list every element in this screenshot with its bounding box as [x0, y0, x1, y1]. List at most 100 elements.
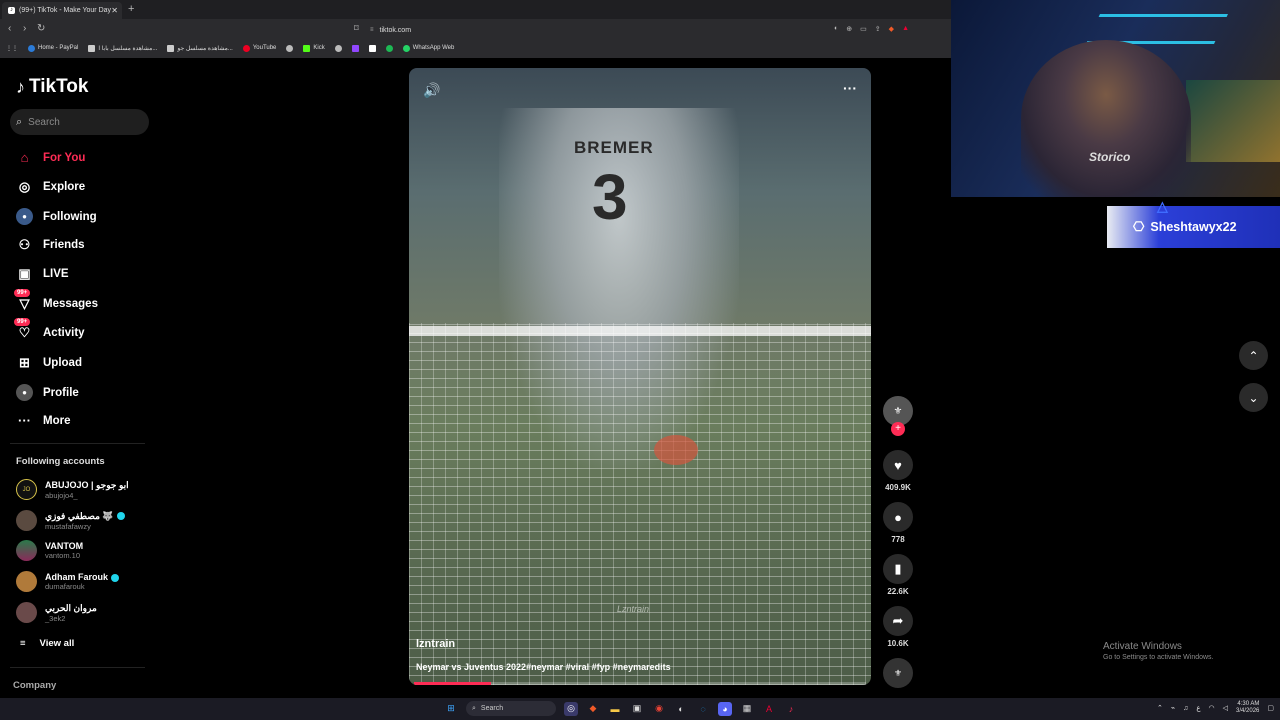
following-account[interactable]: JO ABUJOJO | ابو جوجو abujojo4_ — [16, 479, 129, 500]
nav-friends[interactable]: ⚇ Friends — [16, 237, 85, 253]
bookmark-item[interactable] — [351, 44, 359, 52]
bookmark-icon[interactable]: ⌑ — [354, 23, 359, 34]
nav-activity[interactable]: ♡ 99+ Activity — [14, 318, 85, 341]
extension-icon[interactable]: ▲ — [902, 25, 909, 33]
chrome-icon[interactable]: ◉ — [652, 702, 666, 716]
video-author[interactable]: lzntrain — [416, 638, 455, 650]
nav-profile[interactable]: ● Profile — [16, 384, 79, 401]
globe-icon — [286, 44, 294, 52]
kick-icon — [303, 44, 311, 52]
speaker-icon[interactable]: ◁ — [1223, 704, 1228, 712]
bookmark-item[interactable]: Home - PayPal — [28, 44, 78, 52]
account-name: Adham Farouk — [45, 572, 109, 582]
edge-icon[interactable]: ◌ — [696, 702, 710, 716]
clock[interactable]: 4:30 AM 3/4/2026 — [1236, 701, 1259, 715]
nav-more[interactable]: ··· More — [16, 413, 70, 428]
store-icon[interactable]: ▣ — [630, 702, 644, 716]
address-bar[interactable]: ≡ tiktok.com — [370, 23, 910, 37]
url-text: tiktok.com — [379, 26, 412, 34]
nav-for-you[interactable]: ⌂ For You — [16, 150, 86, 165]
translate-icon[interactable]: ◐ — [834, 25, 838, 33]
steam-icon[interactable]: ◐ — [674, 702, 688, 716]
following-account[interactable]: مصطفي فوزي 🐺 mustafafawzy — [16, 510, 125, 531]
browser-window-chrome: ♪ (99+) TikTok - Make Your Day ✕ + ‹ › ↻… — [0, 0, 951, 58]
share-icon[interactable]: ⇪ — [875, 25, 881, 33]
save-action[interactable]: ▮ 22.6K — [879, 554, 917, 596]
shield-icon[interactable]: ◆ — [889, 25, 894, 33]
nav-messages[interactable]: ▽ 99+ Messages — [14, 289, 98, 312]
app-icon[interactable]: ▦ — [740, 702, 754, 716]
follow-plus-icon[interactable]: + — [891, 422, 905, 436]
site-info-icon[interactable]: ≡ — [370, 27, 374, 33]
mic-icon[interactable]: ♫ — [1183, 705, 1188, 712]
bookmark-item[interactable]: YouTube — [242, 44, 276, 52]
folder-icon[interactable]: ▬ — [608, 702, 622, 716]
share-action[interactable]: ➦ 10.6K — [879, 606, 917, 648]
search-input[interactable]: ⌕ Search — [10, 109, 149, 135]
forward-icon[interactable]: › — [23, 23, 26, 34]
bookmark-item[interactable] — [334, 44, 342, 52]
browser-tab[interactable]: ♪ (99+) TikTok - Make Your Day ✕ — [2, 2, 122, 19]
nav-following[interactable]: ● Following — [16, 208, 97, 225]
close-tab-icon[interactable]: ✕ — [111, 6, 118, 15]
search-icon: ⌕ — [16, 115, 23, 128]
account-handle: _3ek2 — [45, 613, 66, 623]
notification-icon[interactable]: ▢ — [1267, 704, 1274, 712]
jersey-name: BREMER — [574, 138, 654, 157]
zoom-icon[interactable]: ⊕ — [846, 25, 852, 33]
bookmark-item[interactable]: WhatsApp Web — [402, 44, 454, 52]
account-handle: vantom.10 — [45, 551, 81, 560]
more-options-icon[interactable]: ··· — [843, 80, 857, 96]
apps-icon[interactable]: ⋮⋮ — [6, 45, 18, 52]
tray-overflow-icon[interactable]: ⌃ — [1157, 704, 1163, 712]
paypal-icon — [28, 44, 35, 52]
discord-icon[interactable]: ◕ — [718, 701, 732, 716]
psn-name-tag: △ ⎔ Sheshtawyx22 — [1107, 198, 1280, 248]
following-account[interactable]: Adham Farouk dumafarouk — [16, 571, 120, 592]
whatsapp-icon — [402, 44, 410, 52]
view-all-button[interactable]: ≡ View all — [20, 638, 74, 649]
company-link[interactable]: Company — [13, 680, 56, 691]
heart-icon[interactable]: ♥ — [883, 450, 913, 480]
comment-icon[interactable]: ● — [883, 502, 913, 532]
bookmark-item[interactable]: مشاهدة مسلسل جو... — [167, 44, 233, 52]
widgets-icon[interactable]: ◎ — [564, 701, 578, 716]
volume-icon[interactable]: 🔊 — [423, 82, 440, 99]
bookmark-item[interactable] — [286, 44, 294, 52]
nav-explore[interactable]: ◎ Explore — [16, 179, 85, 195]
taskbar-search[interactable]: ⌕ Search — [466, 701, 556, 716]
wifi-icon[interactable]: ◠ — [1209, 704, 1215, 712]
tiktok-logo[interactable]: ♪ TikTok — [16, 76, 88, 98]
nav-live[interactable]: ▣ LIVE — [16, 266, 68, 282]
tiktok-app-icon[interactable]: ♪ — [784, 702, 798, 716]
language-icon[interactable]: ع — [1196, 704, 1200, 712]
network-icon[interactable]: ⌁ — [1171, 704, 1175, 712]
webcam-overlay: Storico — [951, 0, 1280, 197]
share-arrow-icon[interactable]: ➦ — [883, 606, 913, 636]
windows-start-icon[interactable]: ⊞ — [444, 702, 458, 716]
avatar — [16, 571, 37, 592]
cast-icon[interactable]: ▭ — [860, 25, 867, 33]
like-action[interactable]: ♥ 409.9K — [879, 450, 917, 492]
following-account[interactable]: VANTOM vantom.10 — [16, 540, 83, 561]
previous-video-button[interactable]: ⌃ — [1239, 341, 1268, 370]
bookmark-item[interactable] — [385, 44, 393, 52]
video-player[interactable]: BREMER 3 Lzntrain 🔊 ··· lzntrain Neymar … — [409, 68, 871, 685]
following-account[interactable]: مروان الحربي _3ek2 — [16, 602, 97, 623]
video-progress-bar[interactable] — [414, 682, 866, 685]
new-tab-icon[interactable]: + — [128, 3, 134, 15]
page-icon — [88, 44, 96, 52]
bookmark-item[interactable] — [368, 44, 376, 52]
comment-action[interactable]: ● 778 — [879, 502, 917, 544]
more-icon: ··· — [18, 413, 31, 428]
reload-icon[interactable]: ↻ — [37, 23, 45, 34]
bookmark-item[interactable]: مشاهدة مسلسل بابا ا... — [88, 44, 157, 52]
adobe-icon[interactable]: A — [762, 702, 776, 716]
back-icon[interactable]: ‹ — [8, 23, 11, 34]
brave-icon[interactable]: ◆ — [586, 702, 600, 716]
next-video-button[interactable]: ⌄ — [1239, 383, 1268, 412]
bookmark-item[interactable]: Kick — [303, 44, 325, 52]
music-disc-icon[interactable]: ⚜ — [883, 658, 913, 688]
nav-upload[interactable]: ⊞ Upload — [16, 355, 82, 371]
bookmark-save-icon[interactable]: ▮ — [883, 554, 913, 584]
